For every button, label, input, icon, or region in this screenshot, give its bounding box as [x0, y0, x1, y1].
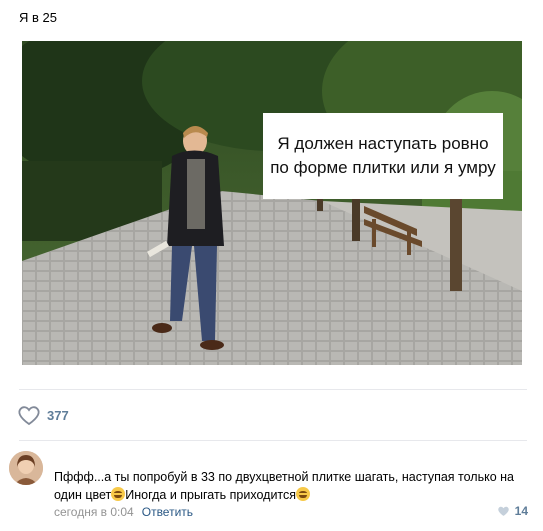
- like-button[interactable]: 377: [17, 404, 69, 426]
- image-caption-line2: по форме плитки или я умру: [270, 158, 496, 177]
- comment-meta: сегодня в 0:04 Ответить: [54, 505, 193, 519]
- laughing-emoji-icon: [296, 487, 311, 501]
- post-image[interactable]: [22, 41, 522, 365]
- avatar[interactable]: [9, 451, 43, 485]
- comment-text: Пффф...а ты попробуй в 33 по двухцветной…: [54, 468, 534, 504]
- image-caption-line1: Я должен наступать ровно: [277, 134, 489, 153]
- heart-outline-icon: [18, 406, 40, 426]
- post-text: Я в 25: [19, 10, 57, 25]
- comment-likes-count: 14: [514, 504, 528, 518]
- comment-text-part2: Иногда и прыгать приходится: [125, 488, 297, 502]
- divider: [19, 389, 527, 390]
- divider: [19, 440, 527, 441]
- avatar-image: [9, 451, 43, 485]
- laughing-emoji-icon: [111, 487, 126, 501]
- reply-button[interactable]: Ответить: [142, 505, 193, 519]
- comment-timestamp[interactable]: сегодня в 0:04: [54, 505, 134, 519]
- image-caption: Я должен наступать ровно по форме плитки…: [263, 113, 503, 199]
- comment: Пффф...а ты попробуй в 33 по двухцветной…: [9, 449, 534, 525]
- comment-like-button[interactable]: 14: [497, 504, 528, 518]
- heart-small-icon: [497, 506, 509, 516]
- park-walkway-photo: [22, 41, 522, 365]
- likes-count: 377: [47, 407, 69, 423]
